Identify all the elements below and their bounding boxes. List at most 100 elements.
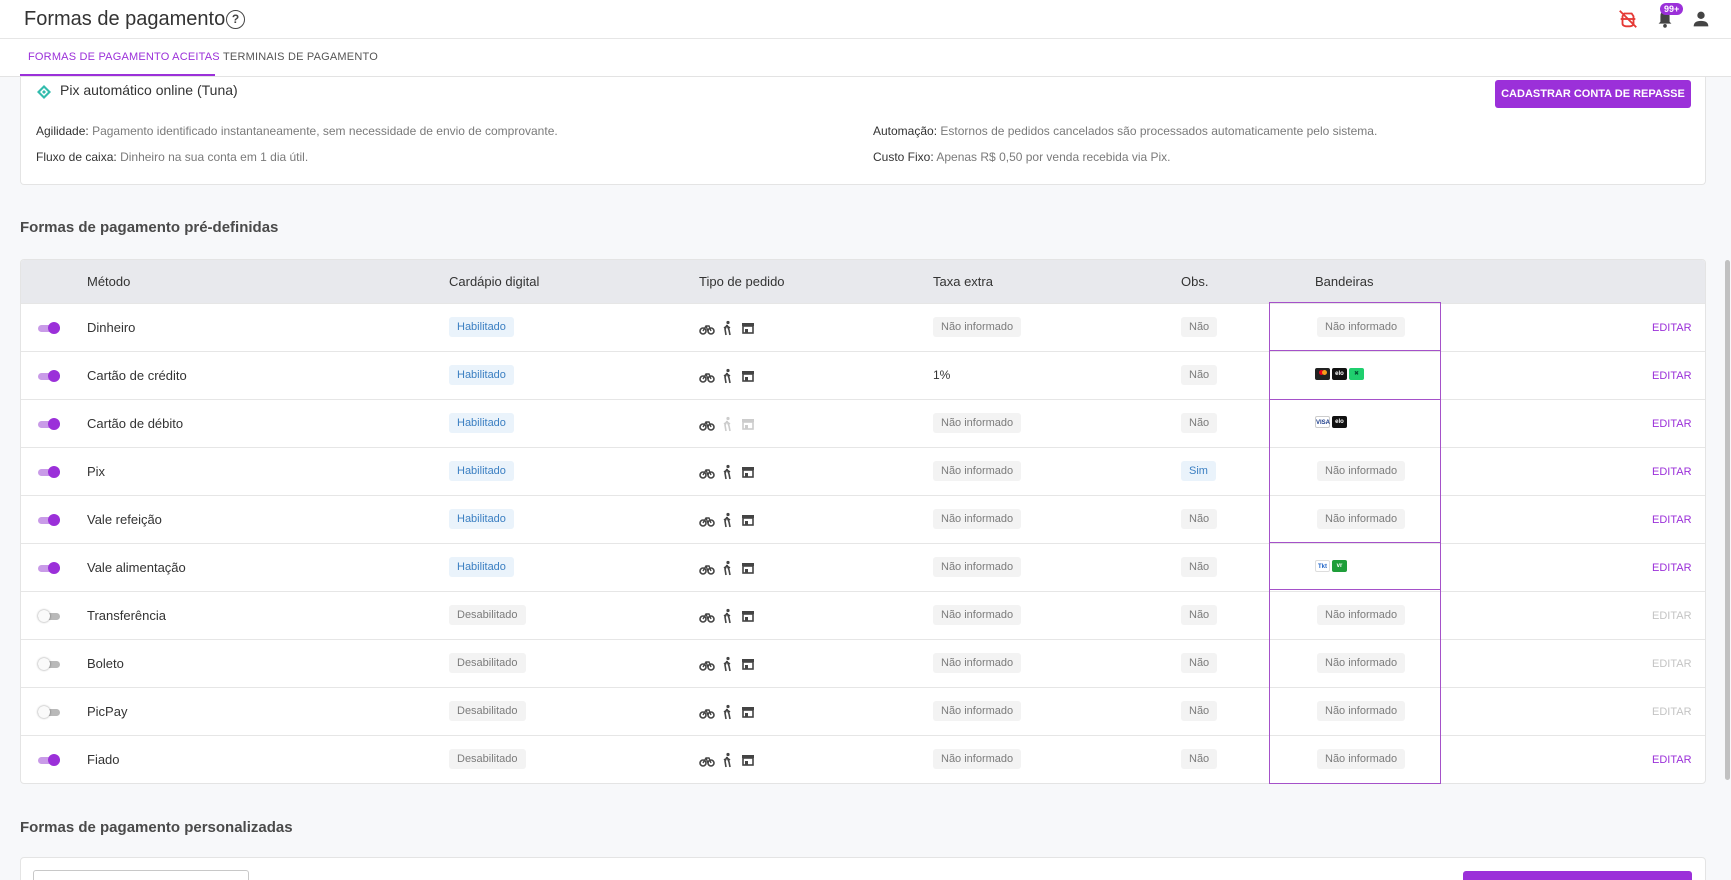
digital-menu-status: Desabilitado <box>449 653 526 673</box>
info-fixed-cost: Custo Fixo: Apenas R$ 0,50 por venda rec… <box>873 150 1171 164</box>
extra-fee: Não informado <box>933 413 1022 433</box>
edit-button[interactable]: EDITAR <box>1652 754 1692 766</box>
extra-fee: Não informado <box>933 557 1022 577</box>
notes-status: Não <box>1181 413 1218 433</box>
extra-fee: Não informado <box>933 701 1022 721</box>
edit-button[interactable]: EDITAR <box>1652 706 1692 718</box>
column-order-type: Tipo de pedido <box>699 274 785 289</box>
elo-icon: elo <box>1332 368 1347 380</box>
notes-status: Não <box>1181 557 1218 577</box>
card-brands-empty: Não informado <box>1317 701 1406 721</box>
table-row: Vale alimentação Habilitado Não informado… <box>21 543 1705 591</box>
digital-menu-status: Habilitado <box>449 365 514 385</box>
method-name: Vale alimentação <box>87 560 186 575</box>
digital-menu-status: Habilitado <box>449 317 514 337</box>
payment-methods-table: Método Cardápio digital Tipo de pedido T… <box>20 259 1706 784</box>
digital-menu-status: Desabilitado <box>449 749 526 769</box>
enable-toggle[interactable] <box>38 562 60 574</box>
page-scrollbar[interactable] <box>1725 260 1730 780</box>
enable-toggle[interactable] <box>38 754 60 766</box>
method-name: Boleto <box>87 656 124 671</box>
extra-fee: Não informado <box>933 317 1022 337</box>
card-brands-empty: Não informado <box>1317 461 1406 481</box>
help-icon[interactable]: ? <box>226 10 245 29</box>
active-tab-indicator <box>20 74 215 76</box>
edit-button[interactable]: EDITAR <box>1652 610 1692 622</box>
predefined-section-title: Formas de pagamento pré-definidas <box>20 219 279 236</box>
table-row: Transferência Desabilitado Não informado N… <box>21 591 1705 639</box>
info-automation: Automação: Estornos de pedidos cancelado… <box>873 124 1378 138</box>
pix-card-title: Pix automático online (Tuna) <box>60 82 238 98</box>
green-card-icon: ✖ <box>1349 368 1364 380</box>
card-brands-empty: Não informado <box>1317 509 1406 529</box>
notes-status: Não <box>1181 749 1218 769</box>
ticket-icon: Tkt <box>1315 560 1330 572</box>
method-name: Fiado <box>87 752 120 767</box>
table-row: Vale refeição Habilitado Não informado Não… <box>21 495 1705 543</box>
custom-search-input[interactable] <box>33 870 249 880</box>
info-agility: Agilidade: Pagamento identificado instan… <box>36 124 558 138</box>
method-name: PicPay <box>87 704 128 719</box>
extra-fee: Não informado <box>933 605 1022 625</box>
enable-toggle[interactable] <box>38 370 60 382</box>
edit-button[interactable]: EDITAR <box>1652 658 1692 670</box>
enable-toggle[interactable] <box>38 418 60 430</box>
digital-menu-status: Desabilitado <box>449 605 526 625</box>
table-row: Boleto Desabilitado Não informado Não Não i… <box>21 639 1705 687</box>
notes-status: Não <box>1181 509 1218 529</box>
column-card-brands: Bandeiras <box>1315 274 1374 289</box>
bug-off-icon[interactable] <box>1617 8 1639 30</box>
notification-badge: 99+ <box>1660 3 1684 15</box>
top-bar: Formas de pagamento ? 99+ <box>0 0 1731 39</box>
enable-toggle[interactable] <box>38 514 60 526</box>
edit-button[interactable]: EDITAR <box>1652 322 1692 334</box>
visa-icon: VISA <box>1315 416 1330 428</box>
enable-toggle[interactable] <box>38 658 60 670</box>
edit-button[interactable]: EDITAR <box>1652 370 1692 382</box>
method-name: Transferência <box>87 608 166 623</box>
card-brands-empty: Não informado <box>1317 749 1406 769</box>
enable-toggle[interactable] <box>38 466 60 478</box>
digital-menu-status: Habilitado <box>449 461 514 481</box>
edit-button[interactable]: EDITAR <box>1652 466 1692 478</box>
table-row: Cartão de débito Habilitado Não informado… <box>21 399 1705 447</box>
notes-status: Não <box>1181 701 1218 721</box>
table-row: PicPay Desabilitado Não informado Não Não i… <box>21 687 1705 735</box>
edit-button[interactable]: EDITAR <box>1652 418 1692 430</box>
mastercard-icon <box>1315 368 1330 380</box>
method-name: Dinheiro <box>87 320 136 335</box>
enable-toggle[interactable] <box>38 706 60 718</box>
digital-menu-status: Habilitado <box>449 557 514 577</box>
tab-payment-terminals[interactable]: TERMINAIS DE PAGAMENTO <box>223 51 378 63</box>
enable-toggle[interactable] <box>38 610 60 622</box>
table-row: Fiado Desabilitado Não informado Não Não in… <box>21 735 1705 783</box>
digital-menu-status: Habilitado <box>449 413 514 433</box>
method-name: Pix <box>87 464 106 479</box>
notes-status: Sim <box>1181 461 1216 481</box>
column-method: Método <box>87 274 131 289</box>
info-cash-flow: Fluxo de caixa: Dinheiro na sua conta em… <box>36 150 309 164</box>
digital-menu-status: Desabilitado <box>449 701 526 721</box>
extra-fee: 1% <box>933 368 951 382</box>
table-row: Cartão de crédito Habilitado 1% Não elo ✖ EDI… <box>21 351 1705 399</box>
register-transfer-account-button[interactable]: CADASTRAR CONTA DE REPASSE <box>1495 80 1691 108</box>
add-custom-method-button[interactable] <box>1463 871 1692 880</box>
custom-section-title: Formas de pagamento personalizadas <box>20 819 293 836</box>
table-header: Método Cardápio digital Tipo de pedido T… <box>21 260 1705 303</box>
extra-fee: Não informado <box>933 653 1022 673</box>
extra-fee: Não informado <box>933 509 1022 529</box>
method-name: Cartão de crédito <box>87 368 187 383</box>
elo-icon: elo <box>1332 416 1347 428</box>
page-title: Formas de pagamento <box>24 8 226 30</box>
tab-accepted-methods[interactable]: FORMAS DE PAGAMENTO ACEITAS <box>28 51 220 63</box>
method-name: Cartão de débito <box>87 416 184 431</box>
enable-toggle[interactable] <box>38 322 60 334</box>
method-name: Vale refeição <box>87 512 162 527</box>
notes-status: Não <box>1181 317 1218 337</box>
column-extra-fee: Taxa extra <box>933 274 993 289</box>
edit-button[interactable]: EDITAR <box>1652 562 1692 574</box>
notes-status: Não <box>1181 653 1218 673</box>
edit-button[interactable]: EDITAR <box>1652 514 1692 526</box>
user-icon[interactable] <box>1690 8 1712 30</box>
extra-fee: Não informado <box>933 461 1022 481</box>
